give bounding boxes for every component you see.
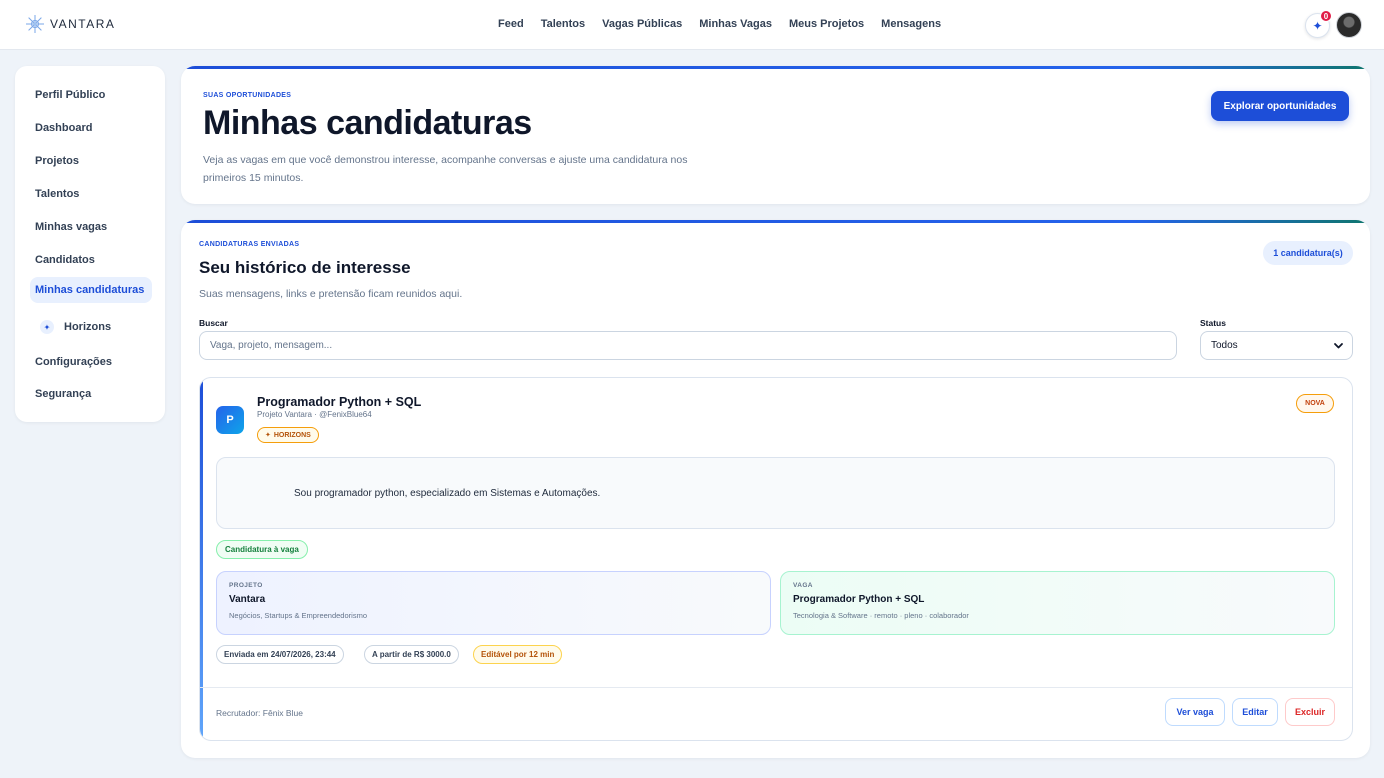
history-title: Seu histórico de interesse <box>199 258 411 277</box>
application-subtitle: Projeto Vantara · @FenixBlue64 <box>257 410 372 419</box>
sidebar-item-perfil-publico[interactable]: Perfil Público <box>30 82 152 108</box>
history-card: CANDIDATURAS ENVIADAS Seu histórico de i… <box>181 220 1370 758</box>
main-nav: Feed Talentos Vagas Públicas Minhas Vaga… <box>498 18 941 30</box>
job-meta: Tecnologia & Software · remoto · pleno ·… <box>793 611 969 620</box>
applications-count-badge: 1 candidatura(s) <box>1263 241 1353 265</box>
sidebar-item-dashboard[interactable]: Dashboard <box>30 115 152 141</box>
nav-mensagens[interactable]: Mensagens <box>881 18 941 30</box>
project-meta: Negócios, Startups & Empreendedorismo <box>229 611 367 620</box>
status-label: Status <box>1200 318 1226 328</box>
project-label: PROJETO <box>229 582 263 589</box>
hero-eyebrow: SUAS OPORTUNIDADES <box>203 92 292 99</box>
search-input[interactable] <box>199 331 1177 360</box>
delete-button[interactable]: Excluir <box>1285 698 1335 726</box>
project-info-box: PROJETO Vantara Negócios, Startups & Emp… <box>216 571 771 635</box>
edit-button[interactable]: Editar <box>1232 698 1278 726</box>
history-description: Suas mensagens, links e pretensão ficam … <box>199 288 463 300</box>
job-label: VAGA <box>793 582 813 589</box>
notification-badge: 0 <box>1320 10 1332 22</box>
sidebar-item-candidatos[interactable]: Candidatos <box>30 247 152 273</box>
sidebar-item-minhas-candidaturas[interactable]: Minhas candidaturas <box>30 277 152 303</box>
sidebar-item-seguranca[interactable]: Segurança <box>30 381 152 407</box>
sidebar-item-horizons[interactable]: ✦ Horizons <box>30 314 152 340</box>
horizons-badge: ✦ HORIZONS <box>257 427 319 443</box>
horizons-badge-label: HORIZONS <box>273 431 311 439</box>
sidebar: Perfil Público Dashboard Projetos Talent… <box>15 66 165 422</box>
nav-feed[interactable]: Feed <box>498 18 524 30</box>
project-name: Vantara <box>229 594 266 605</box>
user-avatar[interactable] <box>1336 12 1362 38</box>
sparkle-icon: ✦ <box>265 432 271 439</box>
salary-badge: A partir de R$ 3000.0 <box>364 645 459 664</box>
sidebar-item-label: Horizons <box>64 321 112 333</box>
vantara-logo-icon <box>26 15 44 33</box>
history-eyebrow: CANDIDATURAS ENVIADAS <box>199 241 300 248</box>
explore-opportunities-button[interactable]: Explorar oportunidades <box>1211 91 1349 121</box>
nav-vagas-publicas[interactable]: Vagas Públicas <box>602 18 682 30</box>
card-accent-line <box>181 220 1370 223</box>
application-title: Programador Python + SQL <box>257 395 422 409</box>
job-name: Programador Python + SQL <box>793 594 925 605</box>
editable-time-badge: Editável por 12 min <box>473 645 563 664</box>
nav-talentos[interactable]: Talentos <box>541 18 585 30</box>
application-type-badge: Candidatura à vaga <box>216 540 308 559</box>
divider <box>200 687 1352 688</box>
status-select[interactable]: Todos <box>1200 331 1353 360</box>
application-card: P Programador Python + SQL Projeto Vanta… <box>199 377 1353 741</box>
application-accent-bar <box>200 378 203 740</box>
job-info-box: VAGA Programador Python + SQL Tecnologia… <box>780 571 1335 635</box>
brand-logo[interactable]: VANTARA <box>24 13 115 35</box>
hero-description: Veja as vagas em que você demonstrou int… <box>203 154 688 184</box>
page-title: Minhas candidaturas <box>203 104 532 142</box>
card-accent-line <box>181 66 1370 69</box>
view-job-button[interactable]: Ver vaga <box>1165 698 1225 726</box>
application-message: Sou programador python, especializado em… <box>294 487 601 499</box>
sidebar-item-talentos[interactable]: Talentos <box>30 181 152 207</box>
hero-card: SUAS OPORTUNIDADES Minhas candidaturas V… <box>181 66 1370 204</box>
top-navbar: VANTARA Feed Talentos Vagas Públicas Min… <box>0 0 1384 50</box>
chevron-down-icon <box>1334 343 1343 349</box>
project-avatar: P <box>216 406 244 434</box>
sidebar-item-minhas-vagas[interactable]: Minhas vagas <box>30 214 152 240</box>
sidebar-item-configuracoes[interactable]: Configurações <box>30 349 152 375</box>
search-label: Buscar <box>199 318 228 328</box>
recruiter-label: Recrutador: Fênix Blue <box>216 708 303 718</box>
nav-minhas-vagas[interactable]: Minhas Vagas <box>699 18 772 30</box>
application-message-box: Sou programador python, especializado em… <box>216 457 1335 529</box>
nav-meus-projetos[interactable]: Meus Projetos <box>789 18 864 30</box>
status-badge: NOVA <box>1296 394 1334 413</box>
brand-name: VANTARA <box>50 17 116 31</box>
sent-date-badge: Enviada em 24/07/2026, 23:44 <box>216 645 344 664</box>
sidebar-item-projetos[interactable]: Projetos <box>30 148 152 174</box>
sparkle-icon: ✦ <box>40 320 54 334</box>
status-selected-value: Todos <box>1211 340 1238 351</box>
